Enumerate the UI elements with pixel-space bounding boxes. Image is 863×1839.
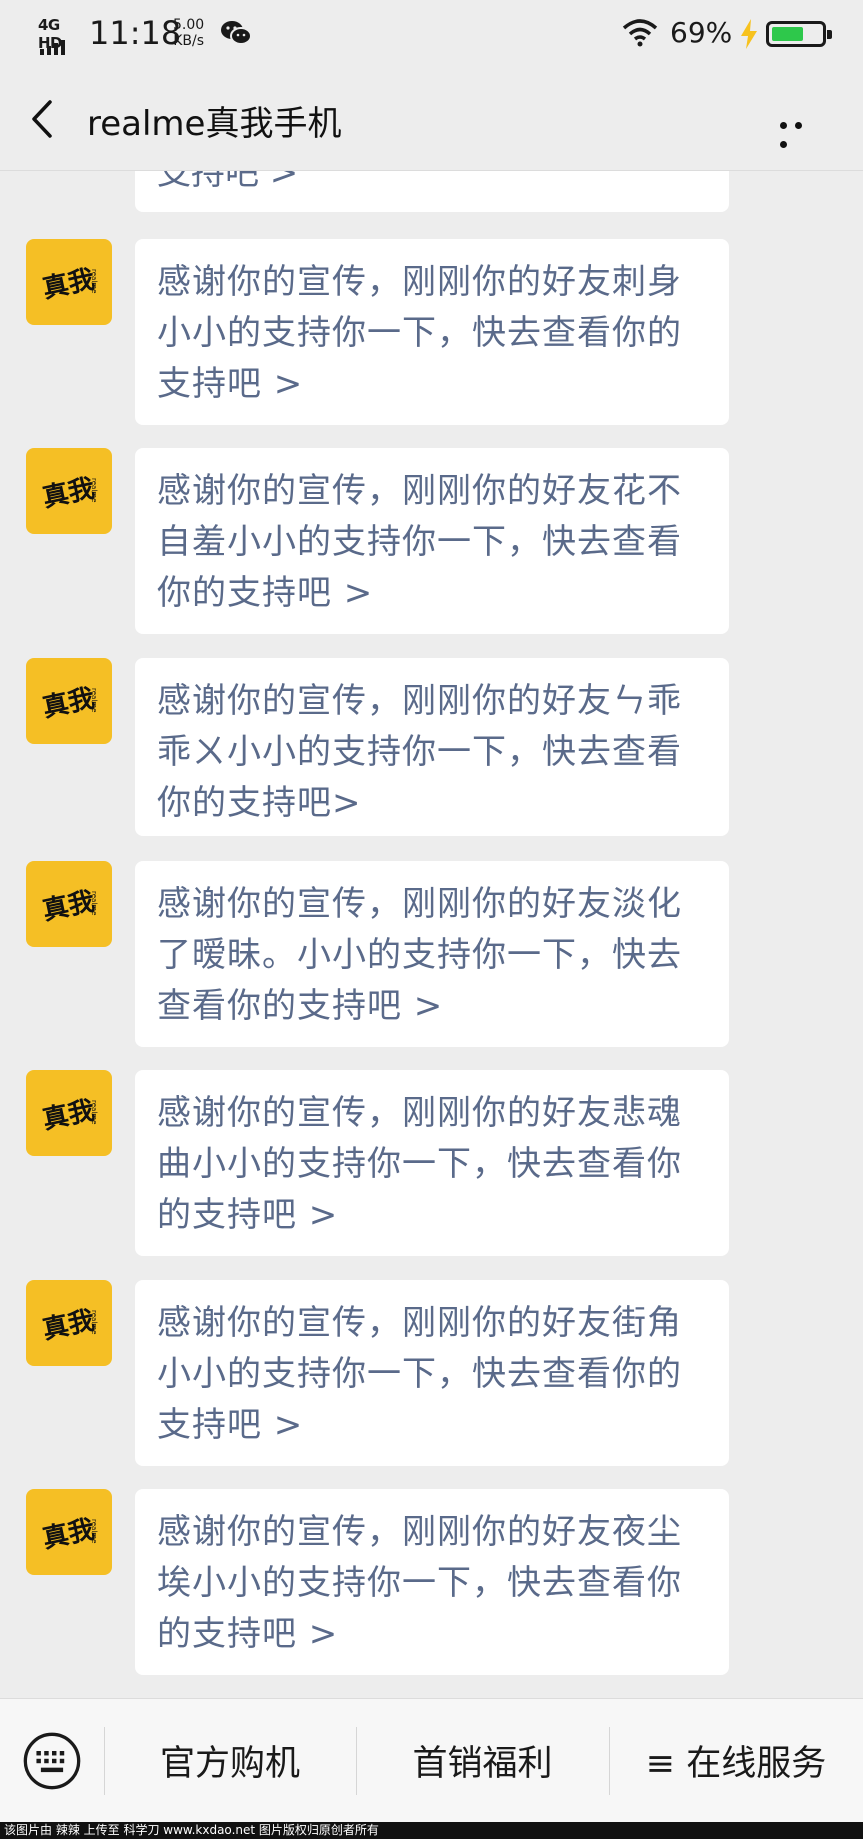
svg-text:realme: realme xyxy=(90,688,98,712)
avatar[interactable]: 真我 realme xyxy=(26,658,112,744)
svg-text:真我: 真我 xyxy=(40,264,97,304)
message-text-line: 埃小小的支持你一下，快去查看你 xyxy=(157,1563,682,1603)
message-text-line: 的支持吧 > xyxy=(157,1614,339,1654)
message-text-line: 感谢你的宣传，刚刚你的好友夜尘 xyxy=(157,1512,682,1552)
svg-text:realme: realme xyxy=(90,478,98,502)
cellular-signal-icon: 4G HD xyxy=(38,16,80,55)
menu-official-purchase[interactable]: 官方购机 xyxy=(104,1735,356,1786)
message-text-line: 感谢你的宣传，刚刚你的好友街角 xyxy=(157,1303,682,1343)
message-text-line: 小小的支持你一下，快去查看你的 xyxy=(157,313,682,353)
wechat-icon xyxy=(221,21,252,45)
message-text-line: 小小的支持你一下，快去查看你的 xyxy=(157,1354,682,1394)
message-text-line: 自羞小小的支持你一下，快去查看 xyxy=(157,522,682,562)
avatar[interactable]: 真我 realme xyxy=(26,448,112,534)
message-text-line: 支持吧 > xyxy=(157,1405,304,1445)
message-bubble[interactable]: 感谢你的宣传，刚刚你的好友夜尘 埃小小的支持你一下，快去查看你 的支持吧 > xyxy=(135,1489,729,1675)
message-bubble-partial[interactable]: 支持吧 > xyxy=(135,171,729,212)
watermark-text: 该图片由 辣辣 上传至 科学刀 www.kxdao.net 图片版权归原创者所有 xyxy=(0,1822,863,1839)
battery-icon xyxy=(766,21,832,47)
message-text-line: 的支持吧 > xyxy=(157,1195,339,1235)
chevron-left-icon[interactable] xyxy=(24,96,64,142)
svg-text:realme: realme xyxy=(90,1100,98,1124)
avatar[interactable]: 真我 realme xyxy=(26,1489,112,1575)
message-text-line: 感谢你的宣传，刚刚你的好友淡化 xyxy=(157,884,682,924)
svg-text:真我: 真我 xyxy=(40,473,97,513)
svg-text:realme: realme xyxy=(90,891,98,915)
message-text-line: 支持吧 > xyxy=(157,364,304,404)
message-text-line: 感谢你的宣传，刚刚你的好友花不 xyxy=(157,471,682,511)
avatar[interactable]: 真我 realme xyxy=(26,861,112,947)
message-text-line: 感谢你的宣传，刚刚你的好友刺身 xyxy=(157,262,682,302)
message-text-line: 查看你的支持吧 > xyxy=(157,986,444,1026)
message-text-line: 了暧昧。小小的支持你一下，快去 xyxy=(157,935,682,975)
chat-title: realme真我手机 xyxy=(87,104,342,144)
svg-text:真我: 真我 xyxy=(40,1095,97,1135)
message-text-line: 乖ㄨ小小的支持你一下，快去查看 xyxy=(157,732,682,772)
speed-value: 5.00 xyxy=(173,17,205,33)
message-bubble[interactable]: 感谢你的宣传，刚刚你的好友悲魂 曲小小的支持你一下，快去查看你 的支持吧 > xyxy=(135,1070,729,1256)
message-text-line: 感谢你的宣传，刚刚你的好友悲魂 xyxy=(157,1093,682,1133)
keyboard-icon[interactable] xyxy=(22,1731,82,1791)
bottom-menu: 官方购机 首销福利 ≡ 在线服务 xyxy=(0,1698,863,1822)
wifi-icon xyxy=(622,19,658,47)
message-bubble[interactable]: 感谢你的宣传，刚刚你的好友ㄣ乖 乖ㄨ小小的支持你一下，快去查看 你的支持吧> xyxy=(135,658,729,836)
avatar[interactable]: 真我 realme xyxy=(26,1070,112,1156)
menu-online-service[interactable]: ≡ 在线服务 xyxy=(609,1735,863,1786)
avatar[interactable]: 真我 realme xyxy=(26,1280,112,1366)
avatar[interactable]: 真我 realme xyxy=(26,239,112,325)
chat-header: realme真我手机 xyxy=(0,68,863,171)
message-text-line: 曲小小的支持你一下，快去查看你 xyxy=(157,1144,682,1184)
battery-percent: 69% xyxy=(670,16,733,49)
message-bubble[interactable]: 感谢你的宣传，刚刚你的好友淡化 了暧昧。小小的支持你一下，快去 查看你的支持吧 > xyxy=(135,861,729,1047)
message-text-line: 感谢你的宣传，刚刚你的好友ㄣ乖 xyxy=(157,681,682,721)
message-bubble[interactable]: 感谢你的宣传，刚刚你的好友花不 自羞小小的支持你一下，快去查看 你的支持吧 > xyxy=(135,448,729,634)
message-bubble[interactable]: 感谢你的宣传，刚刚你的好友街角 小小的支持你一下，快去查看你的 支持吧 > xyxy=(135,1280,729,1466)
status-bar: 4G HD 11:18 5.00 KB/s 69% xyxy=(0,0,863,68)
svg-text:真我: 真我 xyxy=(40,886,97,926)
message-text-line: 你的支持吧> xyxy=(157,783,362,823)
message-list[interactable]: 支持吧 > 真我 realme 感谢你的宣传，刚刚你的好友刺身 小小的支持你一下，快去… xyxy=(0,171,863,1698)
clock: 11:18 xyxy=(89,14,182,52)
svg-text:realme: realme xyxy=(90,1519,98,1543)
message-text: 支持吧 > xyxy=(157,171,299,193)
svg-text:真我: 真我 xyxy=(40,683,97,723)
message-bubble[interactable]: 感谢你的宣传，刚刚你的好友刺身 小小的支持你一下，快去查看你的 支持吧 > xyxy=(135,239,729,425)
menu-launch-benefits[interactable]: 首销福利 xyxy=(356,1735,609,1786)
svg-text:realme: realme xyxy=(90,1310,98,1334)
speed-unit: KB/s xyxy=(173,33,204,49)
svg-text:真我: 真我 xyxy=(40,1514,97,1554)
network-speed: 5.00 KB/s xyxy=(173,17,204,49)
charging-icon xyxy=(741,19,757,49)
message-text-line: 你的支持吧 > xyxy=(157,573,374,613)
more-dots-icon[interactable] xyxy=(780,114,824,148)
svg-text:realme: realme xyxy=(90,269,98,293)
svg-text:真我: 真我 xyxy=(40,1305,97,1345)
